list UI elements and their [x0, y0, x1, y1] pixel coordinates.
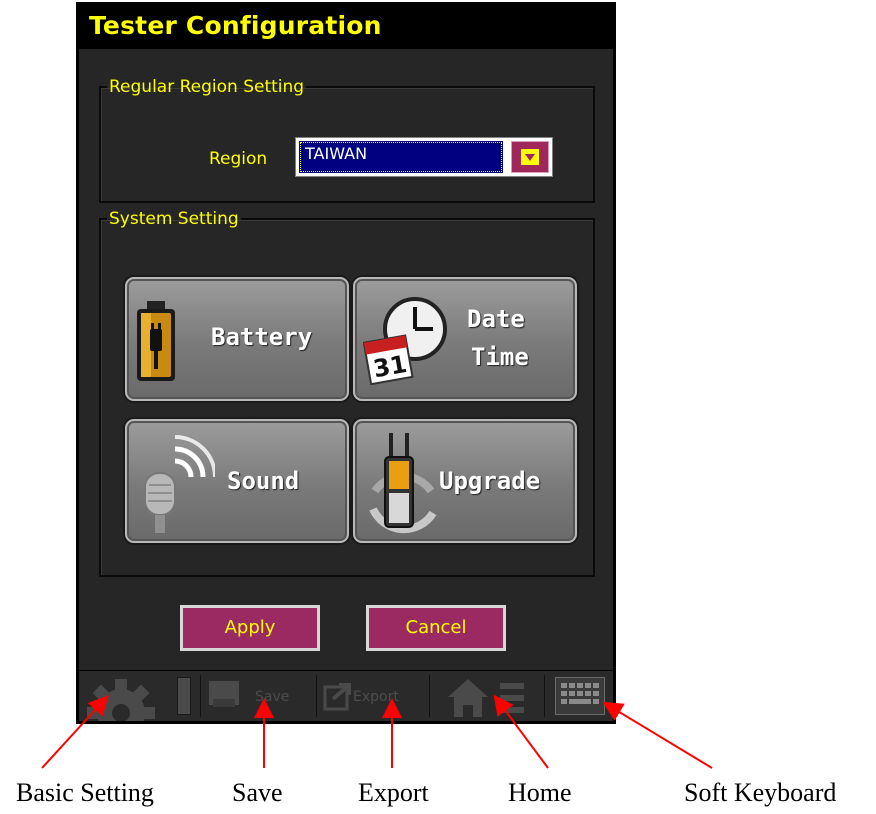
- annotation-arrows: [41, 694, 713, 769]
- annotation-home: Home: [508, 778, 572, 807]
- annotation-export: Export: [358, 778, 429, 807]
- annotation-soft-keyboard: Soft Keyboard: [684, 778, 837, 807]
- annotation-basic-setting: Basic Setting: [16, 778, 154, 807]
- annotation-save: Save: [232, 778, 283, 807]
